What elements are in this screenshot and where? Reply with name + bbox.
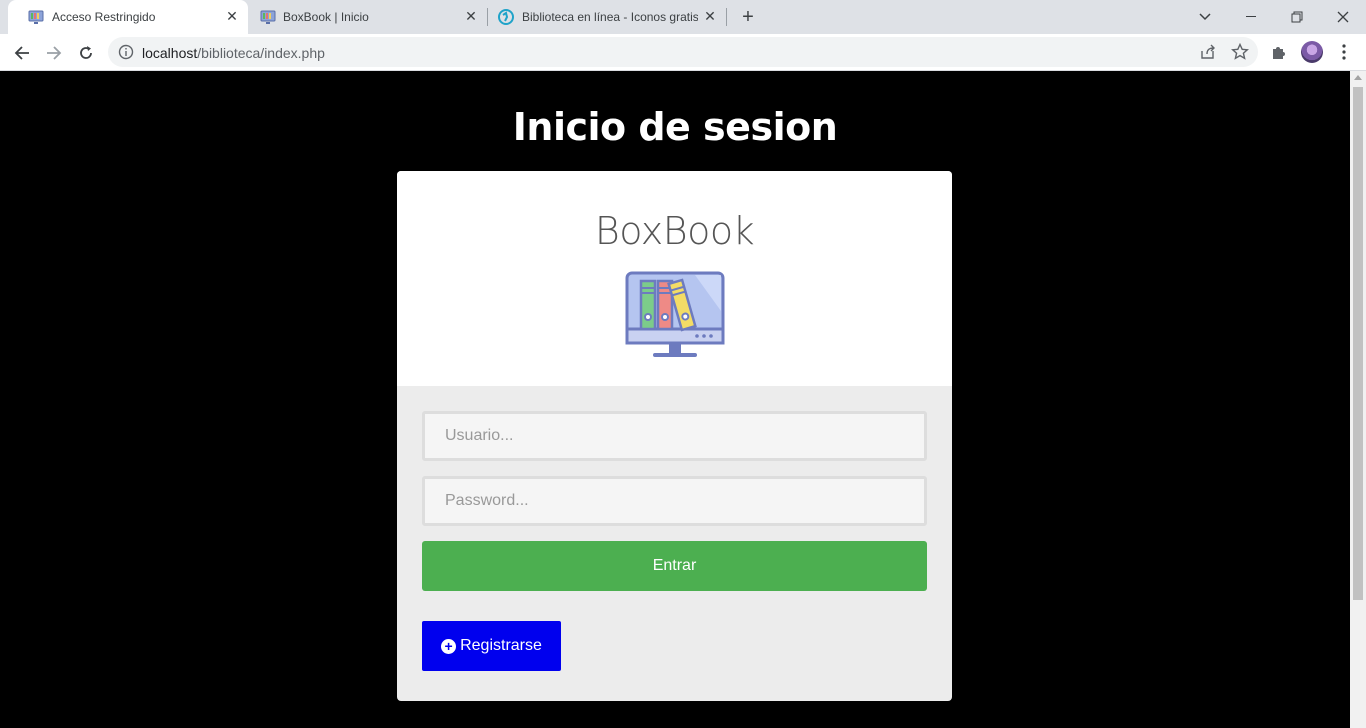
address-url: localhost/biblioteca/index.php	[142, 45, 325, 61]
page-favicon-icon	[260, 10, 276, 24]
menu-kebab-icon[interactable]	[1334, 42, 1354, 62]
tab-separator	[726, 8, 727, 26]
register-button[interactable]: + Registrarse	[422, 621, 561, 671]
url-path: /biblioteca/index.php	[197, 45, 325, 61]
share-icon[interactable]	[1199, 43, 1217, 61]
tab-search-icon[interactable]	[1182, 0, 1228, 34]
plus-circle-icon: +	[441, 638, 457, 654]
scrollbar-thumb[interactable]	[1353, 87, 1363, 600]
login-card-header: BoxBook	[397, 171, 952, 386]
minimize-icon[interactable]	[1228, 0, 1274, 34]
reload-icon[interactable]	[73, 40, 99, 66]
register-button-label: Registrarse	[460, 637, 542, 654]
back-icon[interactable]	[9, 40, 35, 66]
password-input[interactable]	[422, 476, 927, 526]
login-card: BoxBook Usuario... Entrar + Registrarse	[397, 171, 952, 701]
extensions-icon[interactable]	[1269, 42, 1289, 62]
page-scrollbar[interactable]	[1350, 71, 1366, 728]
site-info-icon[interactable]	[118, 44, 134, 60]
page-title: Inicio de sesion	[512, 105, 838, 149]
site-favicon-icon	[498, 9, 514, 25]
tab-title: Acceso Restringido	[52, 10, 156, 24]
restore-icon[interactable]	[1274, 0, 1320, 34]
scroll-up-icon[interactable]	[1354, 75, 1362, 80]
page-viewport: Inicio de sesion BoxBook Usuario... Entr…	[0, 71, 1350, 728]
brand-name: BoxBook	[594, 209, 755, 253]
page-favicon-icon	[28, 10, 44, 24]
enter-button[interactable]: Entrar	[422, 541, 927, 591]
tab-title: Biblioteca en línea - Iconos gratis	[522, 10, 698, 24]
tab-boxbook-inicio[interactable]: BoxBook | Inicio ✕	[248, 0, 488, 34]
library-monitor-logo-icon	[625, 271, 725, 357]
tab-close-icon[interactable]: ✕	[463, 8, 479, 24]
username-input[interactable]	[422, 411, 927, 461]
forward-icon[interactable]	[41, 40, 67, 66]
bookmark-star-icon[interactable]	[1231, 43, 1249, 61]
tab-close-icon[interactable]: ✕	[702, 8, 718, 24]
tab-title: BoxBook | Inicio	[283, 10, 369, 24]
tab-biblioteca-en-linea[interactable]: Biblioteca en línea - Iconos gratis ✕	[488, 0, 726, 34]
new-tab-icon[interactable]: +	[737, 6, 759, 28]
tab-strip: Acceso Restringido ✕ BoxBook | Inicio ✕ …	[0, 0, 1366, 34]
browser-toolbar: localhost/biblioteca/index.php	[0, 34, 1366, 71]
tab-acceso-restringido[interactable]: Acceso Restringido ✕	[8, 0, 248, 34]
profile-avatar[interactable]	[1301, 41, 1323, 63]
address-bar[interactable]: localhost/biblioteca/index.php	[108, 37, 1258, 67]
url-host: localhost	[142, 45, 198, 61]
tab-close-icon[interactable]: ✕	[224, 8, 240, 24]
close-window-icon[interactable]	[1320, 0, 1366, 34]
